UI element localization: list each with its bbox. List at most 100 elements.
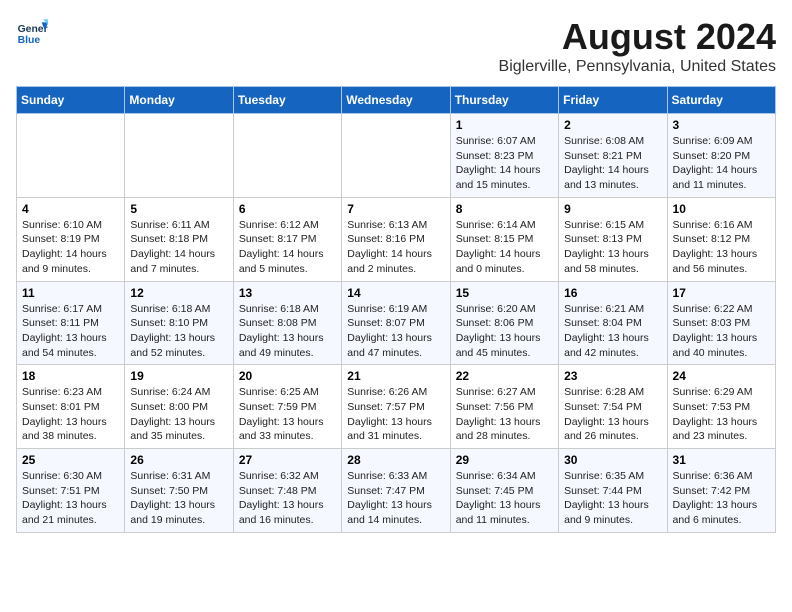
- day-info: Sunrise: 6:31 AM Sunset: 7:50 PM Dayligh…: [130, 469, 227, 528]
- day-info: Sunrise: 6:27 AM Sunset: 7:56 PM Dayligh…: [456, 385, 553, 444]
- calendar-cell: 23 Sunrise: 6:28 AM Sunset: 7:54 PM Dayli…: [559, 365, 667, 449]
- day-number: 11: [22, 286, 119, 300]
- day-info: Sunrise: 6:21 AM Sunset: 8:04 PM Dayligh…: [564, 302, 661, 361]
- day-info: Sunrise: 6:08 AM Sunset: 8:21 PM Dayligh…: [564, 134, 661, 193]
- calendar-cell: 1Sunrise: 6:07 AM Sunset: 8:23 PM Daylig…: [450, 114, 558, 198]
- day-info: Sunrise: 6:30 AM Sunset: 7:51 PM Dayligh…: [22, 469, 119, 528]
- day-info: Sunrise: 6:26 AM Sunset: 7:57 PM Dayligh…: [347, 385, 444, 444]
- calendar-table: SundayMondayTuesdayWednesdayThursdayFrid…: [16, 86, 776, 533]
- calendar-cell: 20 Sunrise: 6:25 AM Sunset: 7:59 PM Dayli…: [233, 365, 341, 449]
- calendar-week-row: 25 Sunrise: 6:30 AM Sunset: 7:51 PM Dayli…: [17, 449, 776, 533]
- day-number: 21: [347, 369, 444, 383]
- day-info: Sunrise: 6:35 AM Sunset: 7:44 PM Dayligh…: [564, 469, 661, 528]
- day-info: Sunrise: 6:25 AM Sunset: 7:59 PM Dayligh…: [239, 385, 336, 444]
- day-info: Sunrise: 6:09 AM Sunset: 8:20 PM Dayligh…: [673, 134, 770, 193]
- day-number: 2: [564, 118, 661, 132]
- logo-icon: General Blue: [16, 16, 48, 48]
- day-info: Sunrise: 6:24 AM Sunset: 8:00 PM Dayligh…: [130, 385, 227, 444]
- calendar-cell: 13 Sunrise: 6:18 AM Sunset: 8:08 PM Dayli…: [233, 281, 341, 365]
- day-info: Sunrise: 6:10 AM Sunset: 8:19 PM Dayligh…: [22, 218, 119, 277]
- calendar-week-row: 1Sunrise: 6:07 AM Sunset: 8:23 PM Daylig…: [17, 114, 776, 198]
- main-title: August 2024: [499, 16, 776, 58]
- calendar-cell: [17, 114, 125, 198]
- day-info: Sunrise: 6:36 AM Sunset: 7:42 PM Dayligh…: [673, 469, 770, 528]
- day-number: 18: [22, 369, 119, 383]
- weekday-header: Monday: [125, 87, 233, 114]
- day-number: 23: [564, 369, 661, 383]
- day-number: 17: [673, 286, 770, 300]
- day-number: 10: [673, 202, 770, 216]
- day-number: 16: [564, 286, 661, 300]
- logo: General Blue: [16, 16, 48, 48]
- calendar-cell: 30 Sunrise: 6:35 AM Sunset: 7:44 PM Dayli…: [559, 449, 667, 533]
- day-info: Sunrise: 6:13 AM Sunset: 8:16 PM Dayligh…: [347, 218, 444, 277]
- day-number: 26: [130, 453, 227, 467]
- day-info: Sunrise: 6:12 AM Sunset: 8:17 PM Dayligh…: [239, 218, 336, 277]
- weekday-header: Friday: [559, 87, 667, 114]
- calendar-cell: 21 Sunrise: 6:26 AM Sunset: 7:57 PM Dayli…: [342, 365, 450, 449]
- day-number: 15: [456, 286, 553, 300]
- day-number: 7: [347, 202, 444, 216]
- calendar-cell: 5Sunrise: 6:11 AM Sunset: 8:18 PM Daylig…: [125, 197, 233, 281]
- weekday-header: Thursday: [450, 87, 558, 114]
- weekday-header: Tuesday: [233, 87, 341, 114]
- calendar-cell: [342, 114, 450, 198]
- calendar-cell: 12 Sunrise: 6:18 AM Sunset: 8:10 PM Dayli…: [125, 281, 233, 365]
- page-header: General Blue August 2024 Biglerville, Pe…: [16, 16, 776, 76]
- day-info: Sunrise: 6:28 AM Sunset: 7:54 PM Dayligh…: [564, 385, 661, 444]
- calendar-cell: 9 Sunrise: 6:15 AM Sunset: 8:13 PM Daylig…: [559, 197, 667, 281]
- day-info: Sunrise: 6:18 AM Sunset: 8:10 PM Dayligh…: [130, 302, 227, 361]
- calendar-cell: 3 Sunrise: 6:09 AM Sunset: 8:20 PM Daylig…: [667, 114, 775, 198]
- day-info: Sunrise: 6:22 AM Sunset: 8:03 PM Dayligh…: [673, 302, 770, 361]
- calendar-week-row: 4 Sunrise: 6:10 AM Sunset: 8:19 PM Daylig…: [17, 197, 776, 281]
- calendar-cell: 25 Sunrise: 6:30 AM Sunset: 7:51 PM Dayli…: [17, 449, 125, 533]
- day-number: 24: [673, 369, 770, 383]
- calendar-cell: 10 Sunrise: 6:16 AM Sunset: 8:12 PM Dayli…: [667, 197, 775, 281]
- day-number: 1: [456, 118, 553, 132]
- day-number: 8: [456, 202, 553, 216]
- day-info: Sunrise: 6:29 AM Sunset: 7:53 PM Dayligh…: [673, 385, 770, 444]
- day-info: Sunrise: 6:16 AM Sunset: 8:12 PM Dayligh…: [673, 218, 770, 277]
- title-block: August 2024 Biglerville, Pennsylvania, U…: [499, 16, 776, 76]
- calendar-cell: 2 Sunrise: 6:08 AM Sunset: 8:21 PM Daylig…: [559, 114, 667, 198]
- calendar-cell: 22 Sunrise: 6:27 AM Sunset: 7:56 PM Dayli…: [450, 365, 558, 449]
- calendar-cell: 28Sunrise: 6:33 AM Sunset: 7:47 PM Dayli…: [342, 449, 450, 533]
- day-info: Sunrise: 6:17 AM Sunset: 8:11 PM Dayligh…: [22, 302, 119, 361]
- calendar-cell: 17 Sunrise: 6:22 AM Sunset: 8:03 PM Dayli…: [667, 281, 775, 365]
- day-number: 4: [22, 202, 119, 216]
- calendar-cell: 31Sunrise: 6:36 AM Sunset: 7:42 PM Dayli…: [667, 449, 775, 533]
- day-info: Sunrise: 6:15 AM Sunset: 8:13 PM Dayligh…: [564, 218, 661, 277]
- day-number: 9: [564, 202, 661, 216]
- calendar-cell: 6Sunrise: 6:12 AM Sunset: 8:17 PM Daylig…: [233, 197, 341, 281]
- weekday-header: Saturday: [667, 87, 775, 114]
- day-info: Sunrise: 6:18 AM Sunset: 8:08 PM Dayligh…: [239, 302, 336, 361]
- subtitle: Biglerville, Pennsylvania, United States: [499, 58, 776, 76]
- day-info: Sunrise: 6:19 AM Sunset: 8:07 PM Dayligh…: [347, 302, 444, 361]
- day-number: 28: [347, 453, 444, 467]
- day-number: 14: [347, 286, 444, 300]
- day-number: 3: [673, 118, 770, 132]
- calendar-cell: 8Sunrise: 6:14 AM Sunset: 8:15 PM Daylig…: [450, 197, 558, 281]
- calendar-cell: [125, 114, 233, 198]
- svg-text:Blue: Blue: [18, 35, 41, 46]
- calendar-cell: 26 Sunrise: 6:31 AM Sunset: 7:50 PM Dayli…: [125, 449, 233, 533]
- day-number: 20: [239, 369, 336, 383]
- day-number: 25: [22, 453, 119, 467]
- day-info: Sunrise: 6:34 AM Sunset: 7:45 PM Dayligh…: [456, 469, 553, 528]
- calendar-cell: 15Sunrise: 6:20 AM Sunset: 8:06 PM Dayli…: [450, 281, 558, 365]
- day-info: Sunrise: 6:11 AM Sunset: 8:18 PM Dayligh…: [130, 218, 227, 277]
- calendar-cell: 27Sunrise: 6:32 AM Sunset: 7:48 PM Dayli…: [233, 449, 341, 533]
- calendar-cell: 14 Sunrise: 6:19 AM Sunset: 8:07 PM Dayli…: [342, 281, 450, 365]
- day-number: 12: [130, 286, 227, 300]
- day-info: Sunrise: 6:23 AM Sunset: 8:01 PM Dayligh…: [22, 385, 119, 444]
- day-number: 29: [456, 453, 553, 467]
- day-number: 13: [239, 286, 336, 300]
- calendar-cell: 24 Sunrise: 6:29 AM Sunset: 7:53 PM Dayli…: [667, 365, 775, 449]
- day-number: 27: [239, 453, 336, 467]
- day-number: 30: [564, 453, 661, 467]
- weekday-header: Wednesday: [342, 87, 450, 114]
- calendar-cell: [233, 114, 341, 198]
- calendar-header: SundayMondayTuesdayWednesdayThursdayFrid…: [17, 87, 776, 114]
- calendar-cell: 29 Sunrise: 6:34 AM Sunset: 7:45 PM Dayli…: [450, 449, 558, 533]
- day-number: 22: [456, 369, 553, 383]
